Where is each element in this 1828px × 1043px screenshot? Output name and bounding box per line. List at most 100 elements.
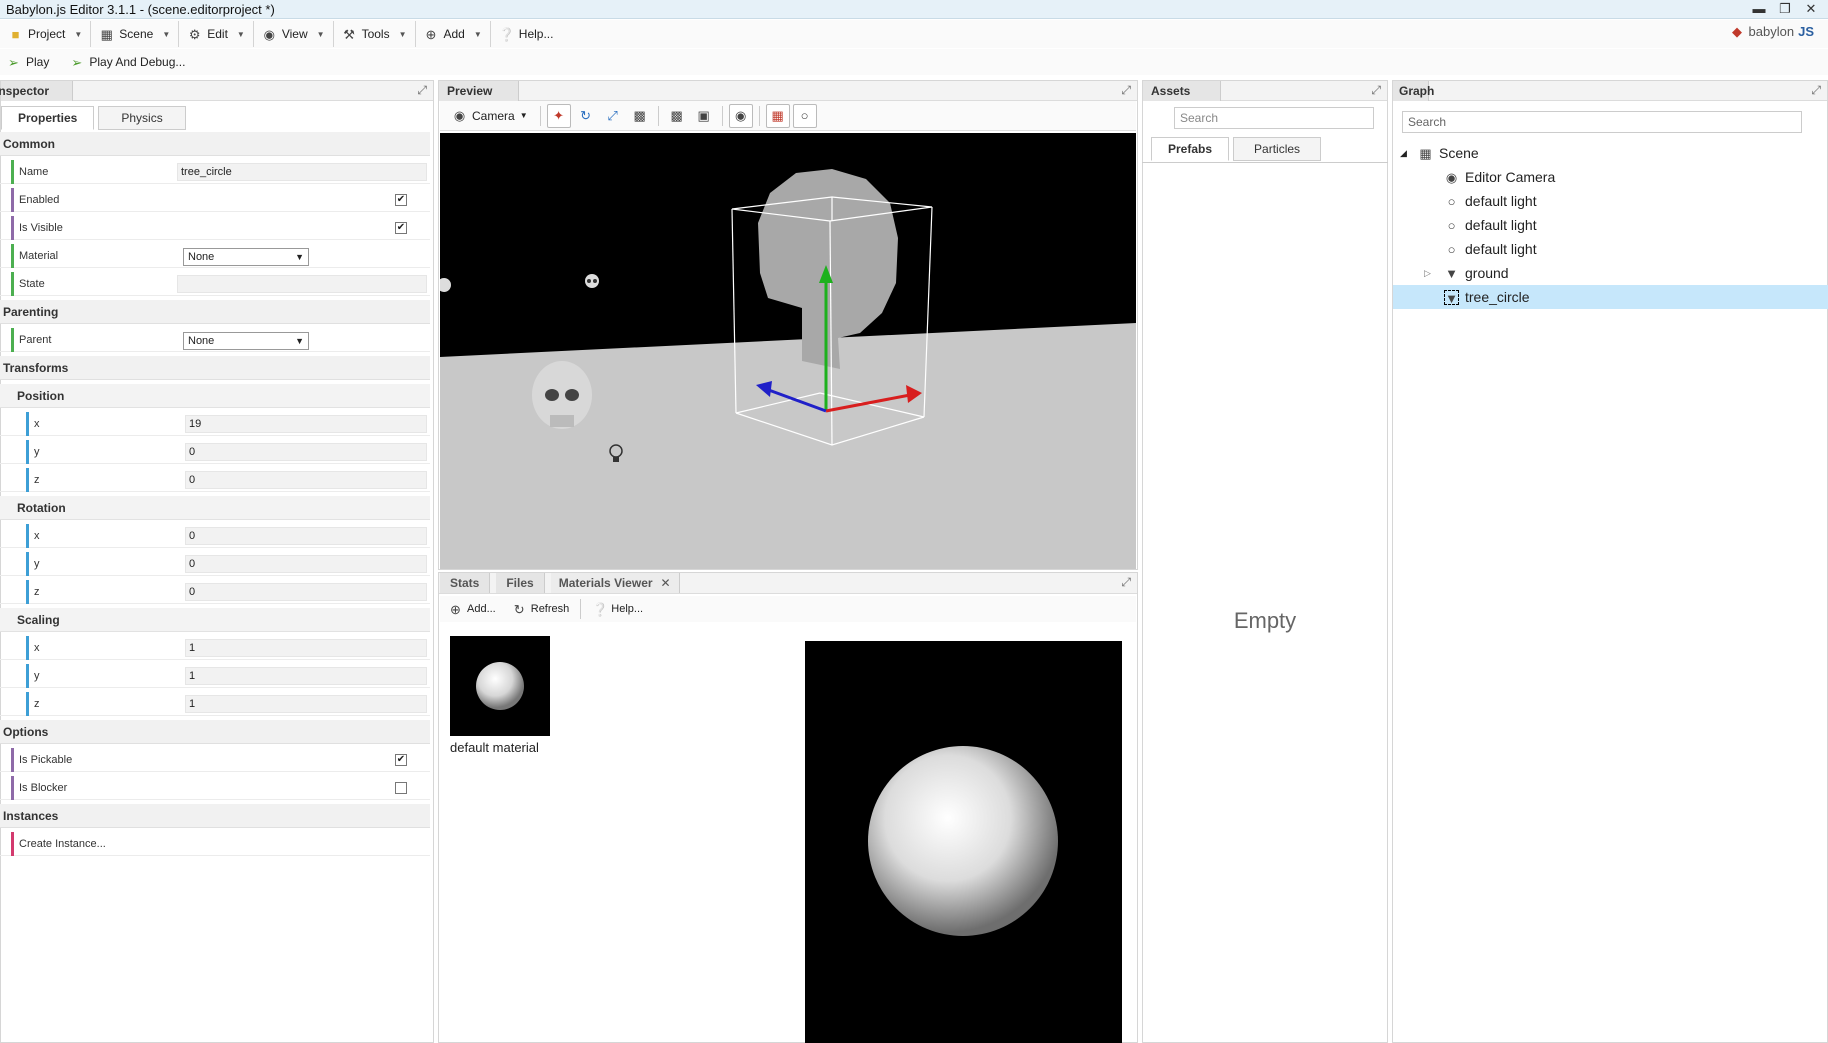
light-bulb-icon[interactable]: ○	[792, 103, 817, 128]
position-y-field[interactable]: 0	[185, 443, 427, 461]
material-thumbnail[interactable]	[450, 636, 550, 736]
tree-node-tree-circle[interactable]: ▼ tree_circle	[1444, 285, 1530, 309]
is-visible-checkbox[interactable]: ✔	[395, 222, 407, 234]
parent-select[interactable]: None ▼	[183, 332, 309, 350]
menu-edit[interactable]: ⚙ Edit ▼	[179, 21, 254, 47]
maximize-panel-icon[interactable]: ⤢	[1811, 83, 1821, 98]
menu-project[interactable]: ■ Project ▼	[0, 21, 92, 47]
material-select-value: None	[188, 251, 215, 263]
menu-scene[interactable]: ▦ Scene ▼	[91, 21, 180, 47]
scaling-z-field[interactable]: 1	[185, 695, 427, 713]
property-label: State	[19, 278, 45, 290]
section-transforms: Transforms	[0, 356, 430, 380]
tree-node-default-light[interactable]: ○ default light	[1444, 189, 1537, 213]
tree-node-ground[interactable]: ▷ ▼ ground	[1424, 261, 1509, 285]
babylon-logo-icon: ◆	[1732, 24, 1743, 39]
tab-particles[interactable]: Particles	[1233, 137, 1322, 161]
section-bar	[11, 748, 14, 772]
tree-node-default-light[interactable]: ○ default light	[1444, 237, 1537, 261]
property-label: z	[34, 586, 40, 598]
help-icon: ❔	[498, 26, 515, 42]
material-thumbnail-sphere	[476, 662, 524, 710]
inspector-title: Inspector	[0, 81, 73, 101]
maximize-icon[interactable]: ❐	[1772, 0, 1798, 18]
maximize-panel-icon[interactable]: ⤢	[417, 83, 427, 98]
texture-icon[interactable]: ▦	[765, 103, 790, 128]
refresh-button[interactable]: ↻ Refresh	[504, 602, 578, 617]
position-z: z0	[0, 468, 430, 492]
is-blocker-checkbox[interactable]	[395, 782, 407, 794]
rotation-y-field[interactable]: 0	[185, 555, 427, 573]
is-pickable-checkbox[interactable]: ✔	[395, 754, 407, 766]
scene-viewport[interactable]	[440, 133, 1136, 569]
rotation-gizmo-icon[interactable]: ↻	[574, 104, 598, 128]
maximize-panel-icon[interactable]: ⤢	[1371, 83, 1381, 98]
section-parenting: Parenting	[0, 300, 430, 324]
inspector-tabs: Properties Physics	[1, 106, 186, 130]
menu-add[interactable]: ⊕ Add ▼	[416, 21, 491, 47]
graph-search-input[interactable]: Search	[1402, 111, 1802, 133]
collapse-arrow-icon[interactable]: ◢	[1400, 141, 1412, 165]
tree-node-default-light[interactable]: ○ default light	[1444, 213, 1537, 237]
scene-render	[440, 133, 1136, 569]
minimize-icon[interactable]: ▬	[1746, 0, 1772, 18]
rotation-z-field[interactable]: 0	[185, 583, 427, 601]
rotation-y: y0	[0, 552, 430, 576]
tab-prefabs[interactable]: Prefabs	[1151, 137, 1230, 161]
add-material-button[interactable]: ⊕ Add...	[440, 602, 504, 617]
position-z-field[interactable]: 0	[185, 471, 427, 489]
snap-icon[interactable]: ▩	[665, 104, 689, 128]
preview-header: Preview ⤢	[439, 81, 1137, 101]
create-instance-button[interactable]: Create Instance...	[0, 832, 430, 856]
position-x-field[interactable]: 19	[185, 415, 427, 433]
material-select[interactable]: None ▼	[183, 248, 309, 266]
rotation-x-field[interactable]: 0	[185, 527, 427, 545]
play-debug-button[interactable]: ➢ Play And Debug...	[63, 55, 191, 70]
skull-mesh-large	[532, 361, 592, 429]
section-bar	[26, 664, 29, 688]
tab-stats[interactable]: Stats	[440, 573, 491, 593]
tab-materials-viewer[interactable]: Materials Viewer ✕	[550, 573, 680, 593]
property-label: Is Blocker	[19, 782, 68, 794]
position-x: x 19	[0, 412, 430, 436]
maximize-panel-icon[interactable]: ⤢	[1121, 575, 1131, 590]
tree-node-scene[interactable]: ◢ ▦ Scene	[1400, 141, 1479, 165]
toolbar-separator	[657, 105, 659, 126]
close-tab-icon[interactable]: ✕	[661, 573, 671, 593]
property-enabled: Enabled ✔	[0, 188, 430, 212]
chevron-down-icon: ▼	[519, 111, 528, 120]
close-icon[interactable]: ✕	[1798, 0, 1824, 18]
state-field[interactable]	[177, 275, 427, 293]
light-bulb-icon: ○	[1447, 217, 1456, 233]
inspector-header: Inspector ⤢	[0, 81, 433, 101]
menu-tools[interactable]: ⚒ Tools ▼	[334, 21, 416, 47]
expand-arrow-icon[interactable]: ▷	[1424, 261, 1438, 285]
menu-help[interactable]: ❔ Help...	[491, 21, 562, 47]
section-bar	[11, 832, 14, 856]
toolbar-separator	[758, 105, 760, 126]
menu-view[interactable]: ◉ View ▼	[254, 21, 334, 47]
eye-icon[interactable]: ◉	[728, 103, 753, 128]
enabled-checkbox[interactable]: ✔	[395, 194, 407, 206]
position-gizmo-icon[interactable]: ✦	[546, 103, 571, 128]
maximize-panel-icon[interactable]: ⤢	[1121, 83, 1131, 98]
tree-node-editor-camera[interactable]: ◉ Editor Camera	[1444, 165, 1555, 189]
tab-physics[interactable]: Physics	[98, 106, 186, 130]
name-field[interactable]: tree_circle	[177, 163, 427, 181]
tab-properties[interactable]: Properties	[1, 106, 95, 130]
section-bar	[26, 440, 29, 464]
scaling-y-field[interactable]: 1	[185, 667, 427, 685]
assets-header: Assets ⤢	[1143, 81, 1387, 101]
assets-search-input[interactable]: Search	[1174, 107, 1374, 129]
camera-select[interactable]: ◉ Camera ▼	[446, 108, 534, 123]
property-parent: Parent None ▼	[0, 328, 430, 352]
cube-icon[interactable]: ▣	[692, 104, 716, 128]
chevron-down-icon: ▼	[316, 29, 325, 39]
scaling-x-field[interactable]: 1	[185, 639, 427, 657]
bounding-gizmo-icon[interactable]: ▩	[628, 104, 652, 128]
toolbar-separator	[539, 105, 541, 126]
help-button[interactable]: ❔ Help...	[584, 602, 651, 617]
play-button[interactable]: ➢ Play	[0, 55, 55, 70]
tab-files[interactable]: Files	[496, 573, 545, 593]
scaling-gizmo-icon[interactable]: ⤢	[601, 104, 625, 128]
